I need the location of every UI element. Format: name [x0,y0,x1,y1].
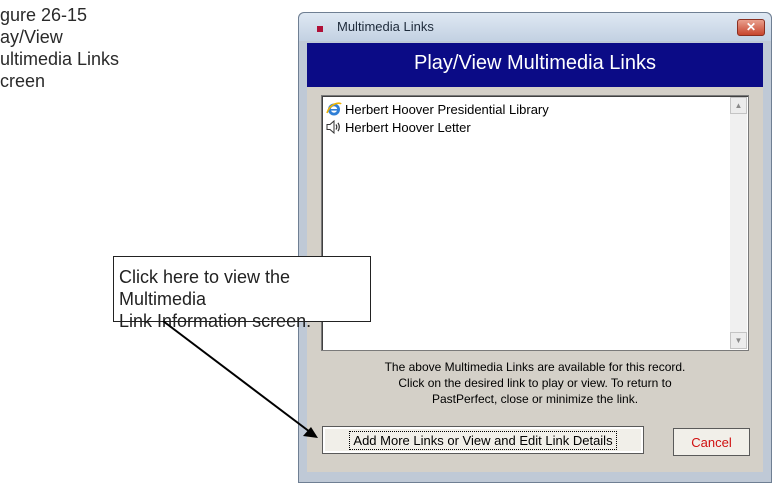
callout-arrow [162,320,318,438]
